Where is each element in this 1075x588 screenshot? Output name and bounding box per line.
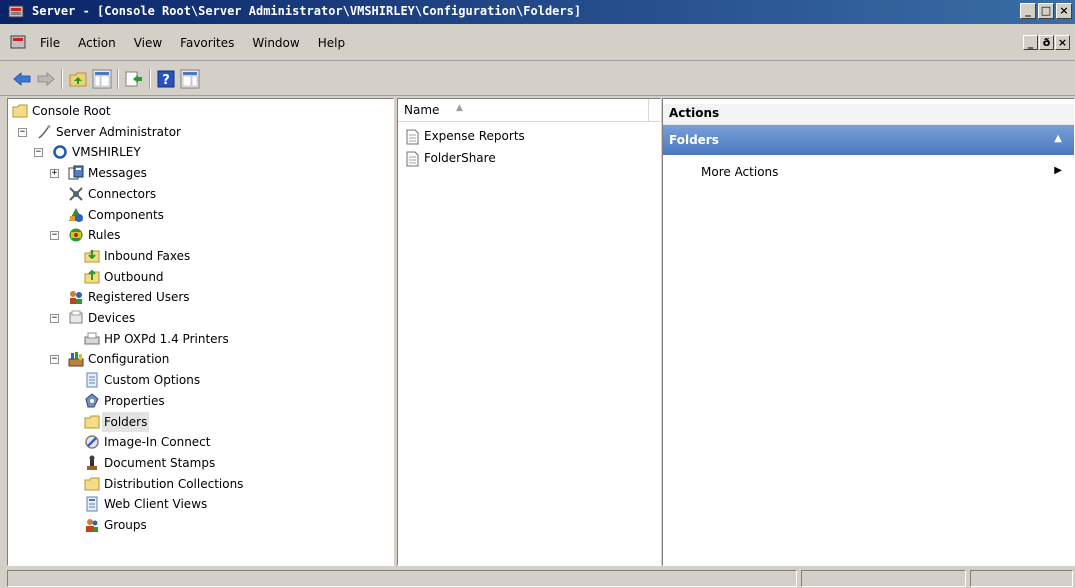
collapse-icon[interactable]: −	[50, 314, 59, 323]
printer-icon	[84, 332, 100, 345]
tree-item-label: Messages	[88, 166, 147, 181]
actions-pane: Actions Folders ▲ More Actions ▶	[662, 98, 1075, 566]
tree-item-label: Properties	[104, 393, 165, 408]
mdi-restore-button[interactable]: ð	[1039, 35, 1054, 50]
show-hide-tree-icon[interactable]	[92, 69, 112, 89]
inbound-rule-icon	[84, 249, 100, 263]
tree-item-label: Custom Options	[104, 373, 201, 388]
tree-item-label: Console Root	[32, 104, 111, 118]
menu-help[interactable]: Help	[318, 36, 345, 50]
close-button[interactable]: ×	[1056, 3, 1072, 19]
actions-section-folders[interactable]: Folders ▲	[663, 125, 1074, 155]
status-panel-main	[7, 570, 797, 587]
folder-icon	[84, 415, 100, 428]
menu-window[interactable]: Window	[252, 36, 299, 50]
tree-item-label: Components	[88, 207, 164, 222]
sort-ascending-icon: ▲	[456, 103, 463, 113]
collapse-icon[interactable]: −	[50, 231, 59, 241]
toolbar: ?	[0, 61, 1075, 96]
mdi-minimize-button[interactable]: _	[1023, 35, 1038, 50]
tree-item-label: Groups	[104, 518, 147, 532]
tree-item-label: Connectors	[88, 186, 157, 201]
actions-header-label: Actions	[669, 106, 720, 120]
document-stamps-icon	[87, 455, 97, 470]
tree-item-label: Folders	[102, 411, 150, 432]
configuration-icon	[68, 352, 84, 367]
web-client-views-icon	[86, 496, 98, 512]
tree-item-label: Document Stamps	[104, 455, 216, 470]
export-list-icon[interactable]	[124, 69, 144, 89]
svg-text:?: ?	[162, 73, 170, 88]
folder-icon	[12, 104, 28, 118]
submenu-arrow-icon: ▶	[1054, 165, 1062, 176]
tree-item-label: Server Administrator	[56, 124, 181, 139]
show-hide-action-pane-icon[interactable]	[180, 69, 200, 89]
collapse-icon[interactable]: −	[18, 127, 27, 137]
tree-item-label: Web Client Views	[104, 497, 208, 512]
tree-item-label: Distribution Collections	[104, 476, 244, 491]
menu-favorites[interactable]: Favorites	[180, 36, 234, 50]
tree-item-label: Outbound	[104, 269, 164, 284]
collapse-caret-icon[interactable]: ▲	[1054, 133, 1062, 144]
connectors-icon	[69, 187, 83, 201]
mdi-close-button[interactable]: ×	[1055, 35, 1070, 50]
back-icon[interactable]	[12, 69, 32, 89]
menu-action[interactable]: Action	[78, 36, 116, 50]
menu-bar: File Action View Favorites Window Help _…	[0, 24, 1075, 61]
tree-item-label: Inbound Faxes	[104, 248, 191, 263]
tree-item-label: Configuration	[88, 352, 170, 367]
maximize-button[interactable]: □	[1038, 3, 1054, 19]
status-panel-2	[801, 570, 966, 587]
messages-icon	[68, 165, 84, 180]
tree-item-label: Image-In Connect	[104, 435, 211, 450]
tree-item-label: Devices	[88, 311, 136, 325]
minimize-button[interactable]: _	[1020, 3, 1036, 19]
list-item-label: FolderShare	[424, 151, 496, 165]
tree-item-label: Rules	[88, 228, 121, 243]
server-icon	[53, 145, 67, 160]
expand-icon[interactable]: +	[50, 169, 59, 179]
results-list-pane[interactable]: Name ▲ Expense Reports FolderShare	[397, 98, 661, 566]
forward-icon[interactable]	[36, 69, 56, 89]
mdi-window-icon[interactable]	[10, 35, 26, 49]
custom-options-icon	[86, 372, 98, 388]
collapse-icon[interactable]: −	[34, 148, 43, 158]
rules-icon	[69, 228, 83, 242]
up-folder-icon[interactable]	[68, 69, 88, 89]
users-icon	[70, 291, 82, 305]
document-icon	[406, 151, 419, 167]
properties-icon	[85, 393, 99, 408]
document-icon	[406, 129, 419, 145]
collapse-icon[interactable]: −	[50, 355, 59, 365]
status-panel-3	[970, 570, 1073, 587]
groups-icon	[86, 519, 98, 532]
menu-view[interactable]: View	[134, 36, 162, 50]
tree-item-label: VMSHIRLEY	[72, 145, 141, 160]
actions-section-title: Folders	[669, 133, 719, 147]
app-icon	[8, 5, 24, 18]
console-tree-pane[interactable]: Console Root − Server Administrator − VMSHIR…	[7, 98, 394, 566]
tree-item-label: Registered Users	[88, 290, 190, 305]
help-icon[interactable]: ?	[156, 69, 176, 89]
title-bar[interactable]: Server - [Console Root\Server Administra…	[0, 0, 1075, 24]
menu-file[interactable]: File	[40, 36, 60, 50]
actions-header: Actions	[663, 104, 1074, 125]
distribution-collections-icon	[84, 477, 100, 491]
more-actions-item[interactable]: More Actions	[701, 165, 778, 179]
list-item-label: Expense Reports	[424, 129, 525, 143]
tree-item-label: HP OXPd 1.4 Printers	[104, 331, 229, 346]
snapin-icon	[38, 124, 51, 139]
components-icon	[69, 207, 83, 222]
image-in-connect-icon	[85, 435, 99, 449]
status-bar	[0, 566, 1075, 588]
devices-icon	[69, 310, 83, 324]
window-title: Server - [Console Root\Server Administra…	[32, 4, 582, 18]
name-column-header[interactable]: Name ▲	[398, 99, 660, 122]
name-column-label: Name	[404, 103, 440, 117]
outbound-rule-icon	[84, 269, 100, 284]
